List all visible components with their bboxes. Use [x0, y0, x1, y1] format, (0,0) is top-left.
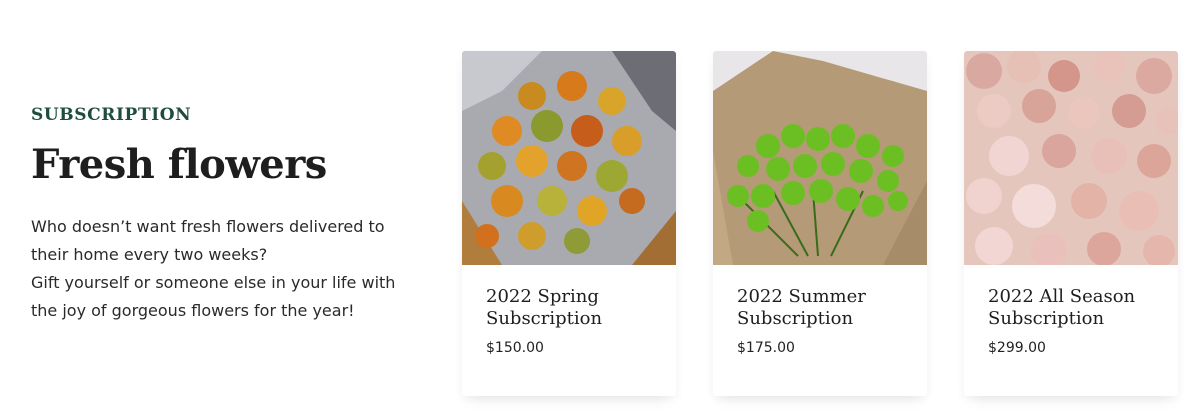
product-price: $175.00 — [737, 340, 795, 356]
product-card-spring[interactable]: 2022 Spring Subscription $150.00 — [462, 51, 676, 396]
product-title[interactable]: 2022 All Season Subscription — [988, 286, 1168, 330]
product-title-line: Subscription — [486, 308, 603, 329]
product-title-line: 2022 Summer — [737, 286, 866, 307]
product-title[interactable]: 2022 Summer Subscription — [737, 286, 917, 330]
product-title-line: 2022 All Season — [988, 286, 1136, 307]
product-title-line: Subscription — [737, 308, 854, 329]
product-title-line: 2022 Spring — [486, 286, 599, 307]
product-price: $299.00 — [988, 340, 1046, 356]
description-line: Who doesn’t want fresh flowers delivered… — [31, 217, 385, 236]
section-eyebrow: SUBSCRIPTION — [31, 105, 192, 125]
tulip-bouquet-image[interactable] — [462, 51, 676, 265]
section-description: Who doesn’t want fresh flowers delivered… — [31, 213, 441, 325]
product-price: $150.00 — [486, 340, 544, 356]
product-title[interactable]: 2022 Spring Subscription — [486, 286, 666, 330]
product-title-line: Subscription — [988, 308, 1105, 329]
rose-peony-bouquet-image[interactable] — [964, 51, 1178, 265]
description-line: the joy of gorgeous flowers for the year… — [31, 301, 355, 320]
subscription-intro: SUBSCRIPTION Fresh flowers Who doesn’t w… — [31, 104, 441, 325]
product-card-summer[interactable]: 2022 Summer Subscription $175.00 — [713, 51, 927, 396]
description-line: their home every two weeks? — [31, 245, 268, 264]
description-line: Gift yourself or someone else in your li… — [31, 273, 396, 292]
product-card-all-season[interactable]: 2022 All Season Subscription $299.00 — [964, 51, 1178, 396]
green-chrysanthemum-bouquet-image[interactable] — [713, 51, 927, 265]
section-title: Fresh flowers — [31, 141, 327, 188]
